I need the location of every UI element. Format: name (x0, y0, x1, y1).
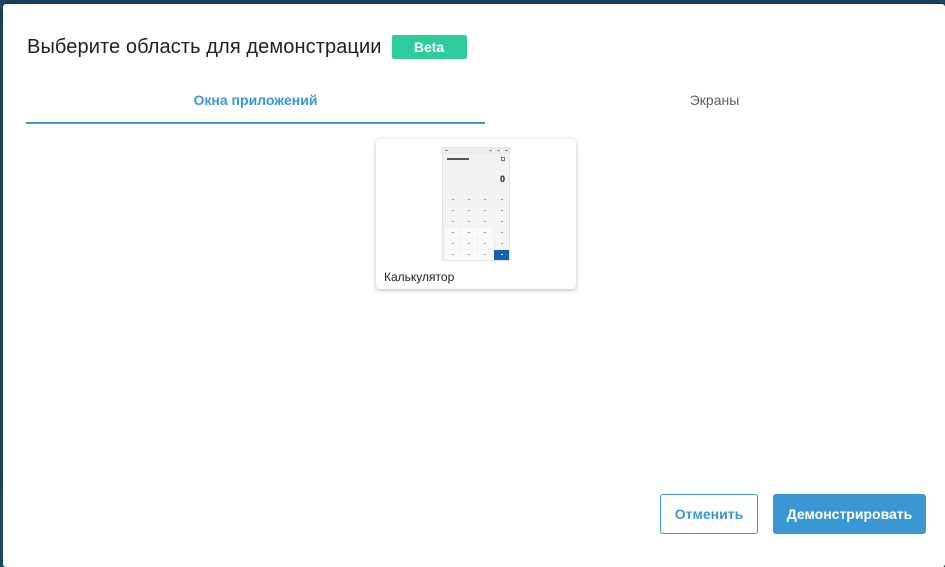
cancel-button[interactable]: Отменить (660, 494, 758, 534)
source-tabs: Окна приложений Экраны (26, 76, 944, 124)
thumbnail-display-value: 0 (499, 174, 505, 184)
thumbnail-titlebar (443, 148, 509, 154)
tab-screens[interactable]: Экраны (485, 76, 944, 124)
dialog-header: Выберите область для демонстрации Beta (27, 34, 467, 60)
tab-application-windows[interactable]: Окна приложений (26, 76, 485, 124)
thumbnail-mode-label (447, 158, 469, 160)
window-card-calculator[interactable]: 0 Калькулятор (376, 139, 576, 289)
thumbnail-keypad (445, 194, 509, 260)
dialog-title: Выберите область для демонстрации (27, 35, 382, 58)
screen-share-dialog: Выберите область для демонстрации Beta О… (3, 4, 945, 567)
beta-badge: Beta (391, 35, 467, 59)
window-thumbnail: 0 (442, 147, 510, 261)
thumbnail-history-icon (501, 157, 505, 161)
window-card-label: Калькулятор (384, 270, 455, 284)
share-button[interactable]: Демонстрировать (773, 494, 926, 534)
